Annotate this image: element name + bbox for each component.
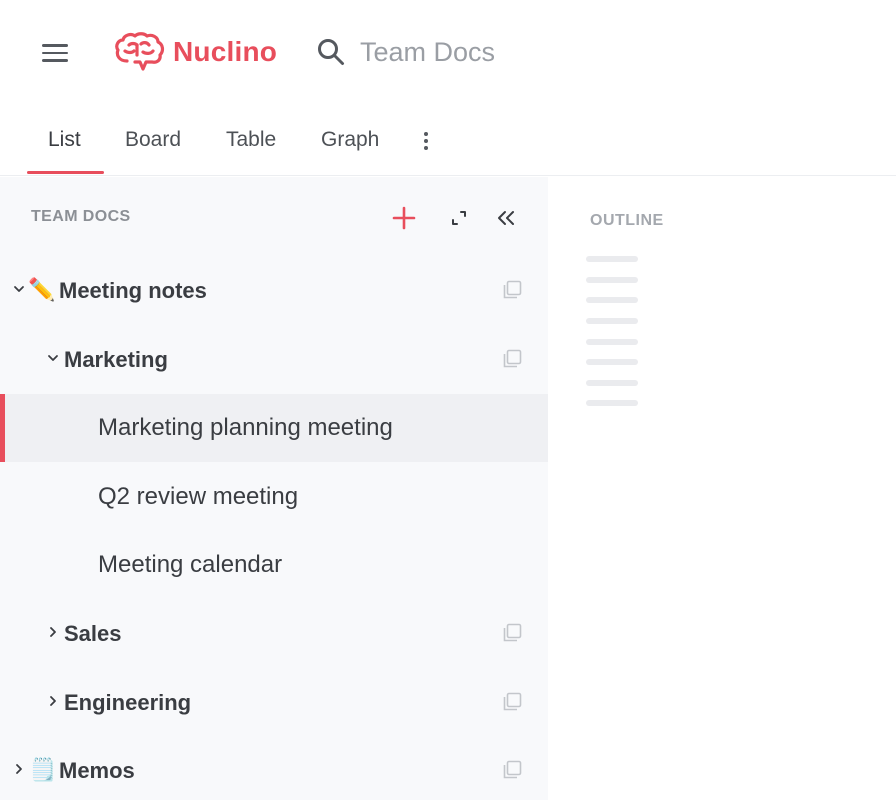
outline-placeholder-line xyxy=(586,400,638,406)
tree-item-label: Memos xyxy=(59,758,135,783)
selected-indicator xyxy=(0,394,5,462)
tree-item-label: Q2 review meeting xyxy=(98,483,299,510)
sidebar-title: TEAM DOCS xyxy=(31,208,131,225)
tab-board[interactable]: Board xyxy=(125,128,181,152)
tree-item-label: Marketing xyxy=(64,347,168,372)
pencil-emoji-icon: ✏️ xyxy=(28,277,56,302)
brain-logo-icon xyxy=(115,32,165,71)
duplicate-icon[interactable] xyxy=(502,279,523,300)
outline-placeholder-line xyxy=(586,277,638,283)
collapse-sidebar-icon[interactable] xyxy=(495,208,517,228)
logo[interactable]: Nuclino xyxy=(113,30,277,74)
search-workspace-text: Team Docs xyxy=(360,36,496,67)
outline-placeholder-line xyxy=(586,318,638,324)
tab-graph[interactable]: Graph xyxy=(321,128,379,152)
tree-item-marketing[interactable]: Marketing xyxy=(0,326,548,394)
chevron-down-icon[interactable] xyxy=(46,351,60,365)
tree-item-label: Meeting calendar xyxy=(98,551,283,578)
app-window: Nuclino Team Docs List Board Table Graph… xyxy=(0,0,896,800)
tree-item-memos[interactable]: 🗒️ Memos xyxy=(0,737,548,800)
tree-item-label: Engineering xyxy=(64,690,192,715)
tree-item-meeting-calendar[interactable]: Meeting calendar xyxy=(0,531,548,599)
tree-item-marketing-planning-meeting[interactable]: Marketing planning meeting xyxy=(0,394,548,462)
hamburger-menu-icon[interactable] xyxy=(42,44,68,62)
expand-icon[interactable] xyxy=(450,209,468,227)
header: Nuclino Team Docs xyxy=(0,0,896,104)
outline-placeholder-line xyxy=(586,380,638,386)
duplicate-icon[interactable] xyxy=(502,759,523,780)
search-bar[interactable]: Team Docs xyxy=(316,32,495,72)
tree-item-label: Sales xyxy=(64,621,122,646)
outline-placeholder-line xyxy=(586,339,638,345)
active-tab-indicator xyxy=(27,171,104,174)
outline-placeholder-line xyxy=(586,359,638,365)
chevron-right-icon[interactable] xyxy=(46,625,60,639)
duplicate-icon[interactable] xyxy=(502,348,523,369)
notepad-emoji-icon: 🗒️ xyxy=(29,757,57,782)
app-name: Nuclino xyxy=(173,36,278,67)
tree-item-engineering[interactable]: Engineering xyxy=(0,669,548,737)
tab-list[interactable]: List xyxy=(48,128,81,152)
chevron-right-icon[interactable] xyxy=(12,762,26,776)
tab-table[interactable]: Table xyxy=(226,128,276,152)
add-item-icon[interactable] xyxy=(392,206,416,230)
tree-item-label: Marketing planning meeting xyxy=(98,414,393,441)
outline-placeholder-line xyxy=(586,297,638,303)
sidebar: TEAM DOCS ✏️ Meeting notes Marketing Mar… xyxy=(0,177,548,800)
tree-item-meeting-notes[interactable]: ✏️ Meeting notes xyxy=(0,257,548,325)
chevron-down-icon[interactable] xyxy=(12,282,26,296)
chevron-right-icon[interactable] xyxy=(46,694,60,708)
more-options-icon[interactable] xyxy=(422,132,430,152)
tree-item-sales[interactable]: Sales xyxy=(0,600,548,668)
duplicate-icon[interactable] xyxy=(502,691,523,712)
search-icon xyxy=(318,39,344,65)
tree-item-label: Meeting notes xyxy=(59,278,207,303)
outline-panel: OUTLINE xyxy=(548,177,896,800)
view-tabs: List Board Table Graph xyxy=(0,104,896,176)
outline-placeholder-line xyxy=(586,256,638,262)
tree-item-q2-review-meeting[interactable]: Q2 review meeting xyxy=(0,463,548,531)
duplicate-icon[interactable] xyxy=(502,622,523,643)
outline-title: OUTLINE xyxy=(590,212,664,229)
